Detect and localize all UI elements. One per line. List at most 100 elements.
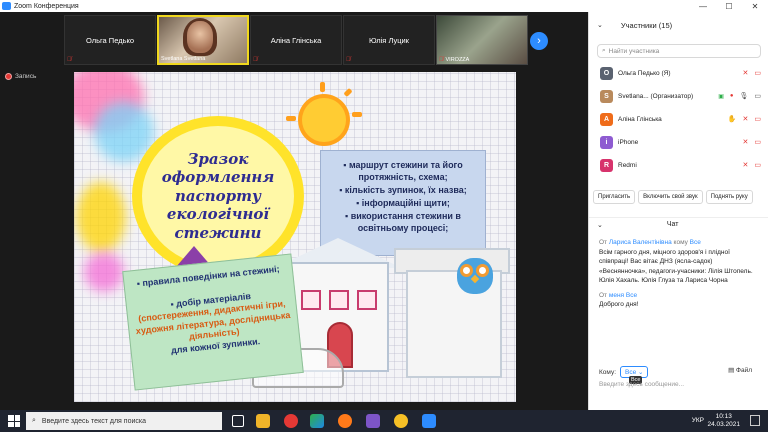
mic-muted-icon[interactable]: ✕ xyxy=(743,138,749,146)
invite-button[interactable]: Пригласить xyxy=(593,190,636,204)
minimize-button[interactable]: — xyxy=(690,0,716,12)
participant-strip: Ольга Педько 🎙̸ Svetlana Svetlana Аліна … xyxy=(0,12,588,68)
participant-tile[interactable]: Ольга Педько 🎙̸ xyxy=(64,15,156,65)
screen-share-icon: ▣ xyxy=(718,93,724,100)
language-indicator[interactable]: УКР xyxy=(692,417,704,424)
search-icon: ⌕ xyxy=(602,47,606,54)
zoom-icon[interactable] xyxy=(422,414,436,428)
mic-muted-icon[interactable]: ✕ xyxy=(743,115,749,123)
participant-row[interactable]: О Ольга Педько (Я) ✕ ▭ xyxy=(589,62,768,84)
slide-bullet: ▪ маршрут стежини та його протяжність, с… xyxy=(343,160,463,182)
task-view-icon[interactable] xyxy=(232,415,244,427)
participant-tile[interactable]: Юлія Луцик 🎙̸ xyxy=(343,15,435,65)
taskbar: ⌕ Введите здесь текст для поиска УКР 10:… xyxy=(0,410,768,432)
unmute-button[interactable]: Включить свой звук xyxy=(638,190,703,204)
search-icon: ⌕ xyxy=(32,417,36,424)
participant-name: Redmi xyxy=(618,161,637,169)
participant-search-input[interactable]: ⌕ Найти участника xyxy=(597,44,761,58)
next-page-button[interactable]: › xyxy=(530,32,548,50)
video-off-icon[interactable]: ▭ xyxy=(754,69,761,77)
window-title: Zoom Конференция xyxy=(14,2,79,10)
recording-label: Запись xyxy=(15,73,37,80)
participant-row[interactable]: i iPhone ✕ ▭ xyxy=(589,131,768,153)
zoom-logo-icon xyxy=(2,2,11,10)
window-shape xyxy=(329,290,349,310)
avatar: О xyxy=(600,66,613,80)
participant-name: Svetlana... (Организатор) xyxy=(618,92,694,100)
chat-messages: От Лариса Валентінівна кому Все Всім гар… xyxy=(599,238,759,310)
participant-name: Ольга Педько xyxy=(85,36,135,45)
slide-bullet: ▪ кількість зупинок, їх назва; xyxy=(339,185,467,195)
participant-tile-active[interactable]: Svetlana Svetlana xyxy=(157,15,249,65)
recording-icon: ● xyxy=(729,93,734,99)
paint-splash xyxy=(76,182,126,252)
clock[interactable]: 10:13 24.03.2021 xyxy=(707,413,740,429)
participant-row[interactable]: R Redmi ✕ ▭ xyxy=(589,154,768,176)
participant-name: iPhone xyxy=(618,138,639,146)
slide-bullet: ▪ використання стежини в освітньому проц… xyxy=(345,211,461,233)
participant-name: VIROZZA xyxy=(445,57,470,63)
avatar: R xyxy=(600,158,613,172)
chat-header: ⌄ Чат xyxy=(589,217,768,231)
mic-muted-icon: 🎙̸ xyxy=(67,57,72,63)
title-bar: Zoom Конференция — ☐ ✕ xyxy=(0,0,768,12)
slide-bullet: ▪ інформаційні щити; xyxy=(356,198,450,208)
chrome-icon[interactable] xyxy=(394,414,408,428)
avatar: А xyxy=(600,112,613,126)
viber-icon[interactable] xyxy=(366,414,380,428)
video-off-icon[interactable]: ▭ xyxy=(754,161,761,169)
message-sender: От меня Все xyxy=(599,291,638,299)
mic-muted-icon[interactable]: ✕ xyxy=(743,69,749,77)
participant-tile[interactable]: Аліна Глінська 🎙̸ xyxy=(250,15,342,65)
owl-image xyxy=(457,258,493,294)
recording-indicator[interactable]: Запись xyxy=(5,73,36,80)
raise-hand-button[interactable]: Поднять руку xyxy=(705,190,753,204)
maximize-button[interactable]: ☐ xyxy=(716,0,742,12)
close-button[interactable]: ✕ xyxy=(742,0,768,12)
collapse-icon[interactable]: ⌄ xyxy=(597,221,603,229)
participant-name: Аліна Глінська xyxy=(270,36,322,45)
chat-input[interactable]: Введите здесь сообщение... xyxy=(599,381,684,388)
participants-header: ⌄ Участники (15) xyxy=(589,18,768,32)
message-sender: От Лариса Валентінівна кому Все xyxy=(599,239,701,246)
chat-title: Чат xyxy=(666,221,679,228)
to-label: Кому: xyxy=(599,368,616,376)
video-off-icon[interactable]: ▭ xyxy=(754,138,761,146)
meeting-view: Ольга Педько 🎙̸ Svetlana Svetlana Аліна … xyxy=(0,12,588,410)
opera-icon[interactable] xyxy=(284,414,298,428)
message-text: Всім гарного дня, міцного здоров'я і плі… xyxy=(599,248,753,285)
video-off-icon[interactable]: ▭ xyxy=(754,115,761,123)
edge-icon[interactable] xyxy=(310,414,324,428)
video-icon[interactable]: ▭ xyxy=(754,92,761,100)
participant-row[interactable]: А Аліна Глінська ✋ ✕ ▭ xyxy=(589,108,768,130)
participant-name: Svetlana Svetlana xyxy=(161,56,206,62)
participant-tile[interactable]: 🎙̸ VIROZZA xyxy=(436,15,528,65)
participant-actions: Пригласить Включить свой звук Поднять ру… xyxy=(593,190,753,204)
mic-icon[interactable]: 🎙 xyxy=(739,92,748,100)
collapse-icon[interactable]: ⌄ xyxy=(597,21,603,29)
file-button[interactable]: ▤ Файл xyxy=(728,366,752,374)
shared-slide: Зразок оформлення паспорту екологічної с… xyxy=(74,72,516,402)
participant-name: Юлія Луцик xyxy=(369,36,409,45)
record-icon xyxy=(5,73,12,80)
small-sun-image xyxy=(286,82,362,142)
participant-row[interactable]: S Svetlana... (Организатор) ▣ ● 🎙 ▭ xyxy=(589,85,768,107)
avatar: i xyxy=(600,135,613,149)
message-text: Доброго дня! xyxy=(599,301,639,308)
slide-title: Зразок оформлення паспорту екологічної с… xyxy=(161,149,275,242)
firefox-icon[interactable] xyxy=(338,414,352,428)
windows-start-icon[interactable] xyxy=(8,415,20,427)
chevron-right-icon: › xyxy=(537,35,541,47)
taskbar-search-input[interactable]: ⌕ Введите здесь текст для поиска xyxy=(26,412,222,430)
notifications-icon[interactable] xyxy=(750,415,760,426)
mic-muted-icon: 🎙̸ xyxy=(346,57,351,63)
side-panel: ⌄ Участники (15) ⌕ Найти участника О Оль… xyxy=(588,12,768,410)
participant-name: Ольга Педько (Я) xyxy=(618,69,671,77)
participants-title: Участники (15) xyxy=(620,20,673,30)
taskbar-search-placeholder: Введите здесь текст для поиска xyxy=(41,417,146,425)
video-face xyxy=(187,21,213,53)
file-explorer-icon[interactable] xyxy=(256,414,270,428)
mic-muted-icon: 🎙̸ xyxy=(253,57,258,63)
search-placeholder: Найти участника xyxy=(608,47,660,55)
mic-muted-icon[interactable]: ✕ xyxy=(743,161,749,169)
